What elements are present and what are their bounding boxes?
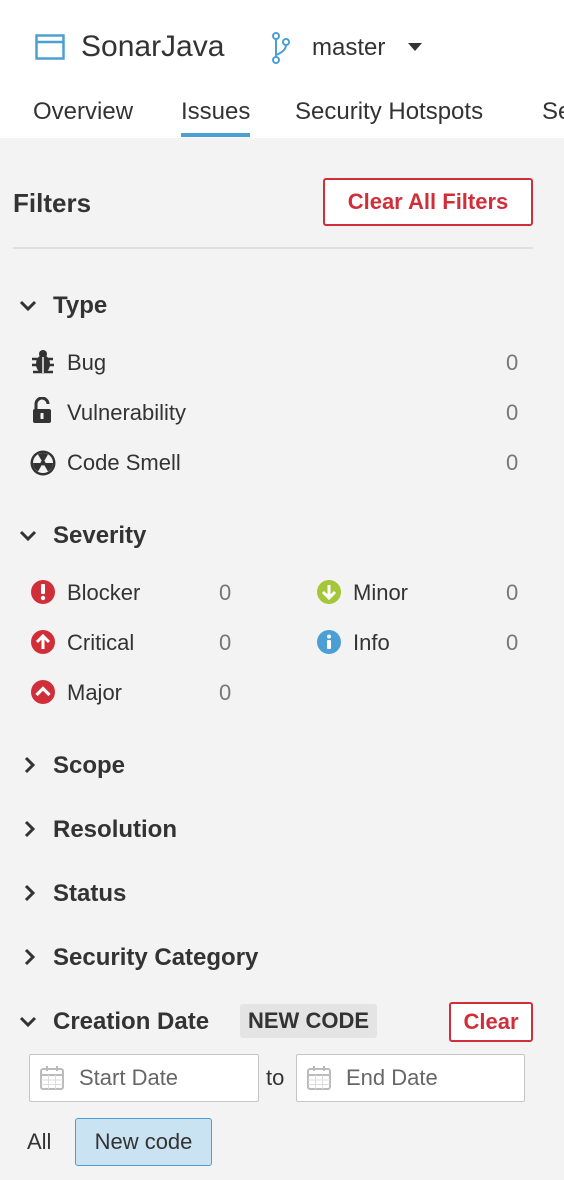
severity-critical-count: 0 bbox=[219, 630, 232, 655]
severity-critical-label[interactable]: Critical bbox=[67, 629, 134, 657]
type-code-smell-label[interactable]: Code Smell bbox=[67, 449, 181, 477]
severity-minor-count: 0 bbox=[506, 580, 519, 605]
filters-sidebar: Filters Clear All Filters Type Bug 0 Vul… bbox=[0, 138, 564, 1180]
chevron-right-icon[interactable] bbox=[22, 819, 38, 839]
tab-truncated[interactable]: Se bbox=[542, 97, 564, 127]
clear-all-filters-button[interactable]: Clear All Filters bbox=[323, 178, 533, 226]
severity-info-label[interactable]: Info bbox=[353, 629, 390, 657]
chevron-down-icon[interactable] bbox=[18, 298, 38, 314]
project-icon bbox=[35, 34, 65, 60]
tab-security-hotspots[interactable]: Security Hotspots bbox=[295, 97, 483, 127]
type-code-smell-count: 0 bbox=[506, 450, 519, 475]
tab-overview[interactable]: Overview bbox=[33, 97, 133, 127]
blocker-icon bbox=[31, 580, 55, 604]
type-bug-count: 0 bbox=[506, 350, 519, 375]
chevron-down-icon[interactable] bbox=[18, 528, 38, 544]
branch-selector[interactable]: master bbox=[312, 33, 385, 63]
severity-section-header[interactable]: Severity bbox=[53, 521, 146, 551]
chevron-down-icon[interactable] bbox=[18, 1014, 38, 1030]
branch-icon bbox=[272, 32, 290, 64]
chevron-right-icon[interactable] bbox=[22, 755, 38, 775]
type-vulnerability-label[interactable]: Vulnerability bbox=[67, 399, 186, 427]
lock-open-icon bbox=[33, 397, 51, 423]
end-date-input[interactable] bbox=[296, 1054, 525, 1102]
all-period-button[interactable]: All bbox=[27, 1128, 51, 1156]
creation-date-section-header[interactable]: Creation Date bbox=[53, 1007, 209, 1037]
project-name[interactable]: SonarJava bbox=[81, 29, 224, 65]
status-section-header[interactable]: Status bbox=[53, 879, 126, 909]
type-vulnerability-count: 0 bbox=[506, 400, 519, 425]
minor-icon bbox=[317, 580, 341, 604]
severity-major-count: 0 bbox=[219, 680, 232, 705]
severity-minor-label[interactable]: Minor bbox=[353, 579, 408, 607]
new-code-period-button[interactable]: New code bbox=[75, 1118, 212, 1166]
end-date-field[interactable] bbox=[346, 1065, 506, 1091]
bug-icon bbox=[32, 350, 54, 374]
calendar-icon bbox=[40, 1066, 64, 1090]
severity-info-count: 0 bbox=[506, 630, 519, 655]
clear-creation-date-button[interactable]: Clear bbox=[449, 1002, 533, 1042]
start-date-field[interactable] bbox=[79, 1065, 239, 1091]
severity-blocker-count: 0 bbox=[219, 580, 232, 605]
type-section-header[interactable]: Type bbox=[53, 291, 107, 321]
major-icon bbox=[31, 680, 55, 704]
type-bug-label[interactable]: Bug bbox=[67, 349, 106, 377]
calendar-icon bbox=[307, 1066, 331, 1090]
date-range-to-label: to bbox=[266, 1065, 285, 1090]
divider bbox=[13, 247, 533, 249]
start-date-input[interactable] bbox=[29, 1054, 259, 1102]
severity-blocker-label[interactable]: Blocker bbox=[67, 579, 140, 607]
info-icon bbox=[317, 630, 341, 654]
critical-icon bbox=[31, 630, 55, 654]
chevron-down-icon[interactable] bbox=[408, 43, 422, 51]
security-category-section-header[interactable]: Security Category bbox=[53, 943, 258, 973]
filters-title: Filters bbox=[13, 188, 92, 218]
chevron-right-icon[interactable] bbox=[22, 947, 38, 967]
severity-major-label[interactable]: Major bbox=[67, 679, 122, 707]
new-code-badge: NEW CODE bbox=[240, 1004, 377, 1038]
tab-issues[interactable]: Issues bbox=[181, 97, 251, 137]
project-header: SonarJava master Overview Issues Securit… bbox=[0, 0, 564, 138]
scope-section-header[interactable]: Scope bbox=[53, 751, 125, 781]
resolution-section-header[interactable]: Resolution bbox=[53, 815, 177, 845]
chevron-right-icon[interactable] bbox=[22, 883, 38, 903]
code-smell-icon bbox=[30, 450, 56, 476]
